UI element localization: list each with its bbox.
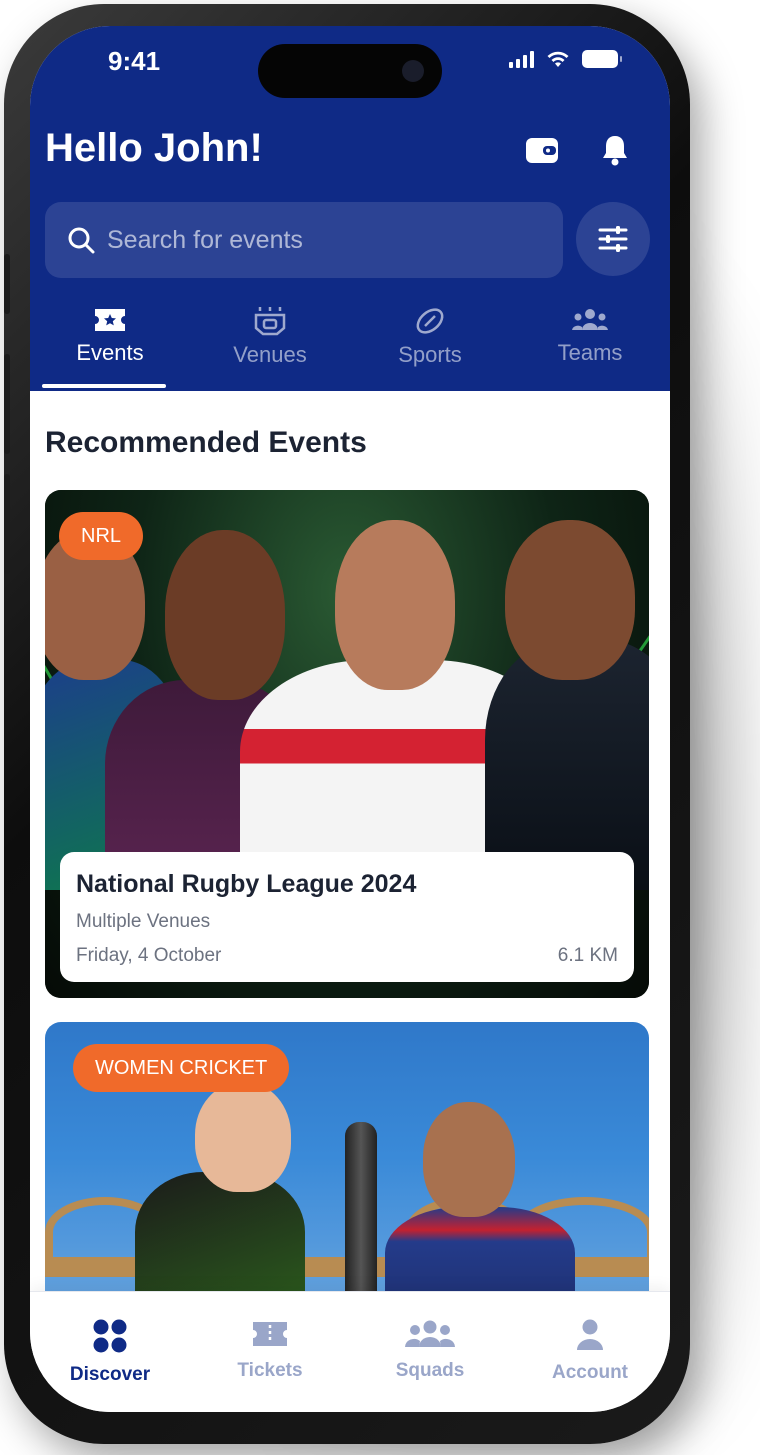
grid-icon [93, 1319, 127, 1353]
event-title: National Rugby League 2024 [76, 870, 417, 898]
event-meta-row: Friday, 4 October 6.1 KM [76, 945, 618, 967]
tab-label-events: Events [76, 340, 144, 365]
app-screen: 9:41 Hello John! Search for events Event… [30, 26, 670, 1412]
tab-label-sports: Sports [398, 342, 462, 367]
status-icons [509, 50, 622, 68]
nav-label-squads: Squads [395, 1360, 465, 1381]
tab-venues[interactable]: Venues [190, 298, 350, 391]
event-distance: 6.1 KM [557, 945, 618, 966]
team-icon [572, 309, 608, 330]
wallet-icon[interactable] [524, 132, 560, 168]
bell-icon[interactable] [597, 132, 633, 168]
search-icon [68, 227, 95, 254]
mute-switch [4, 254, 10, 314]
search-input[interactable]: Search for events [45, 202, 563, 278]
phone-frame: 9:41 Hello John! Search for events Event… [4, 4, 690, 1444]
event-info-panel: National Rugby League 2024 Multiple Venu… [60, 852, 634, 982]
tab-teams[interactable]: Teams [510, 298, 670, 391]
nav-label-account: Account [552, 1362, 628, 1383]
group-icon [404, 1320, 456, 1347]
status-time: 9:41 [108, 46, 161, 76]
tab-label-venues: Venues [233, 342, 307, 367]
search-placeholder: Search for events [107, 225, 303, 254]
category-badge: NRL [59, 512, 144, 560]
football-icon [416, 308, 444, 334]
nav-discover[interactable]: Discover [30, 1292, 190, 1412]
stadium-icon [254, 307, 286, 336]
nav-tickets[interactable]: Tickets [190, 1292, 350, 1412]
tab-events[interactable]: Events [30, 298, 190, 391]
camera-icon [402, 60, 424, 82]
tab-sports[interactable]: Sports [350, 298, 510, 391]
section-title: Recommended Events [45, 426, 367, 459]
volume-down-button [4, 474, 10, 574]
battery-icon [582, 50, 622, 68]
event-card[interactable]: WOMEN CRICKET [45, 1022, 649, 1322]
bottom-nav: Discover Tickets Squads Account [30, 1291, 670, 1412]
active-tab-indicator [42, 384, 166, 388]
signal-icon [509, 50, 534, 68]
event-card[interactable]: NRL National Rugby League 2024 Multiple … [45, 490, 649, 998]
filter-button[interactable] [576, 202, 650, 276]
nav-label-discover: Discover [69, 1364, 151, 1385]
event-date: Friday, 4 October [76, 945, 222, 966]
sliders-icon [598, 226, 628, 252]
app-header: 9:41 Hello John! Search for events Event… [30, 26, 670, 391]
greeting-title: Hello John! [45, 126, 263, 170]
nav-account[interactable]: Account [510, 1292, 670, 1412]
dynamic-island [258, 44, 442, 98]
category-badge: WOMEN CRICKET [73, 1044, 290, 1092]
person-icon [577, 1319, 603, 1350]
wifi-icon [547, 51, 569, 67]
tab-label-teams: Teams [557, 340, 623, 365]
category-tabs: Events Venues Sports Teams [30, 298, 670, 391]
ticket-icon [253, 1322, 287, 1346]
ticket-star-icon [95, 309, 125, 331]
volume-up-button [4, 354, 10, 454]
event-venue: Multiple Venues [76, 911, 211, 932]
nav-squads[interactable]: Squads [350, 1292, 510, 1412]
nav-label-tickets: Tickets [237, 1360, 303, 1381]
